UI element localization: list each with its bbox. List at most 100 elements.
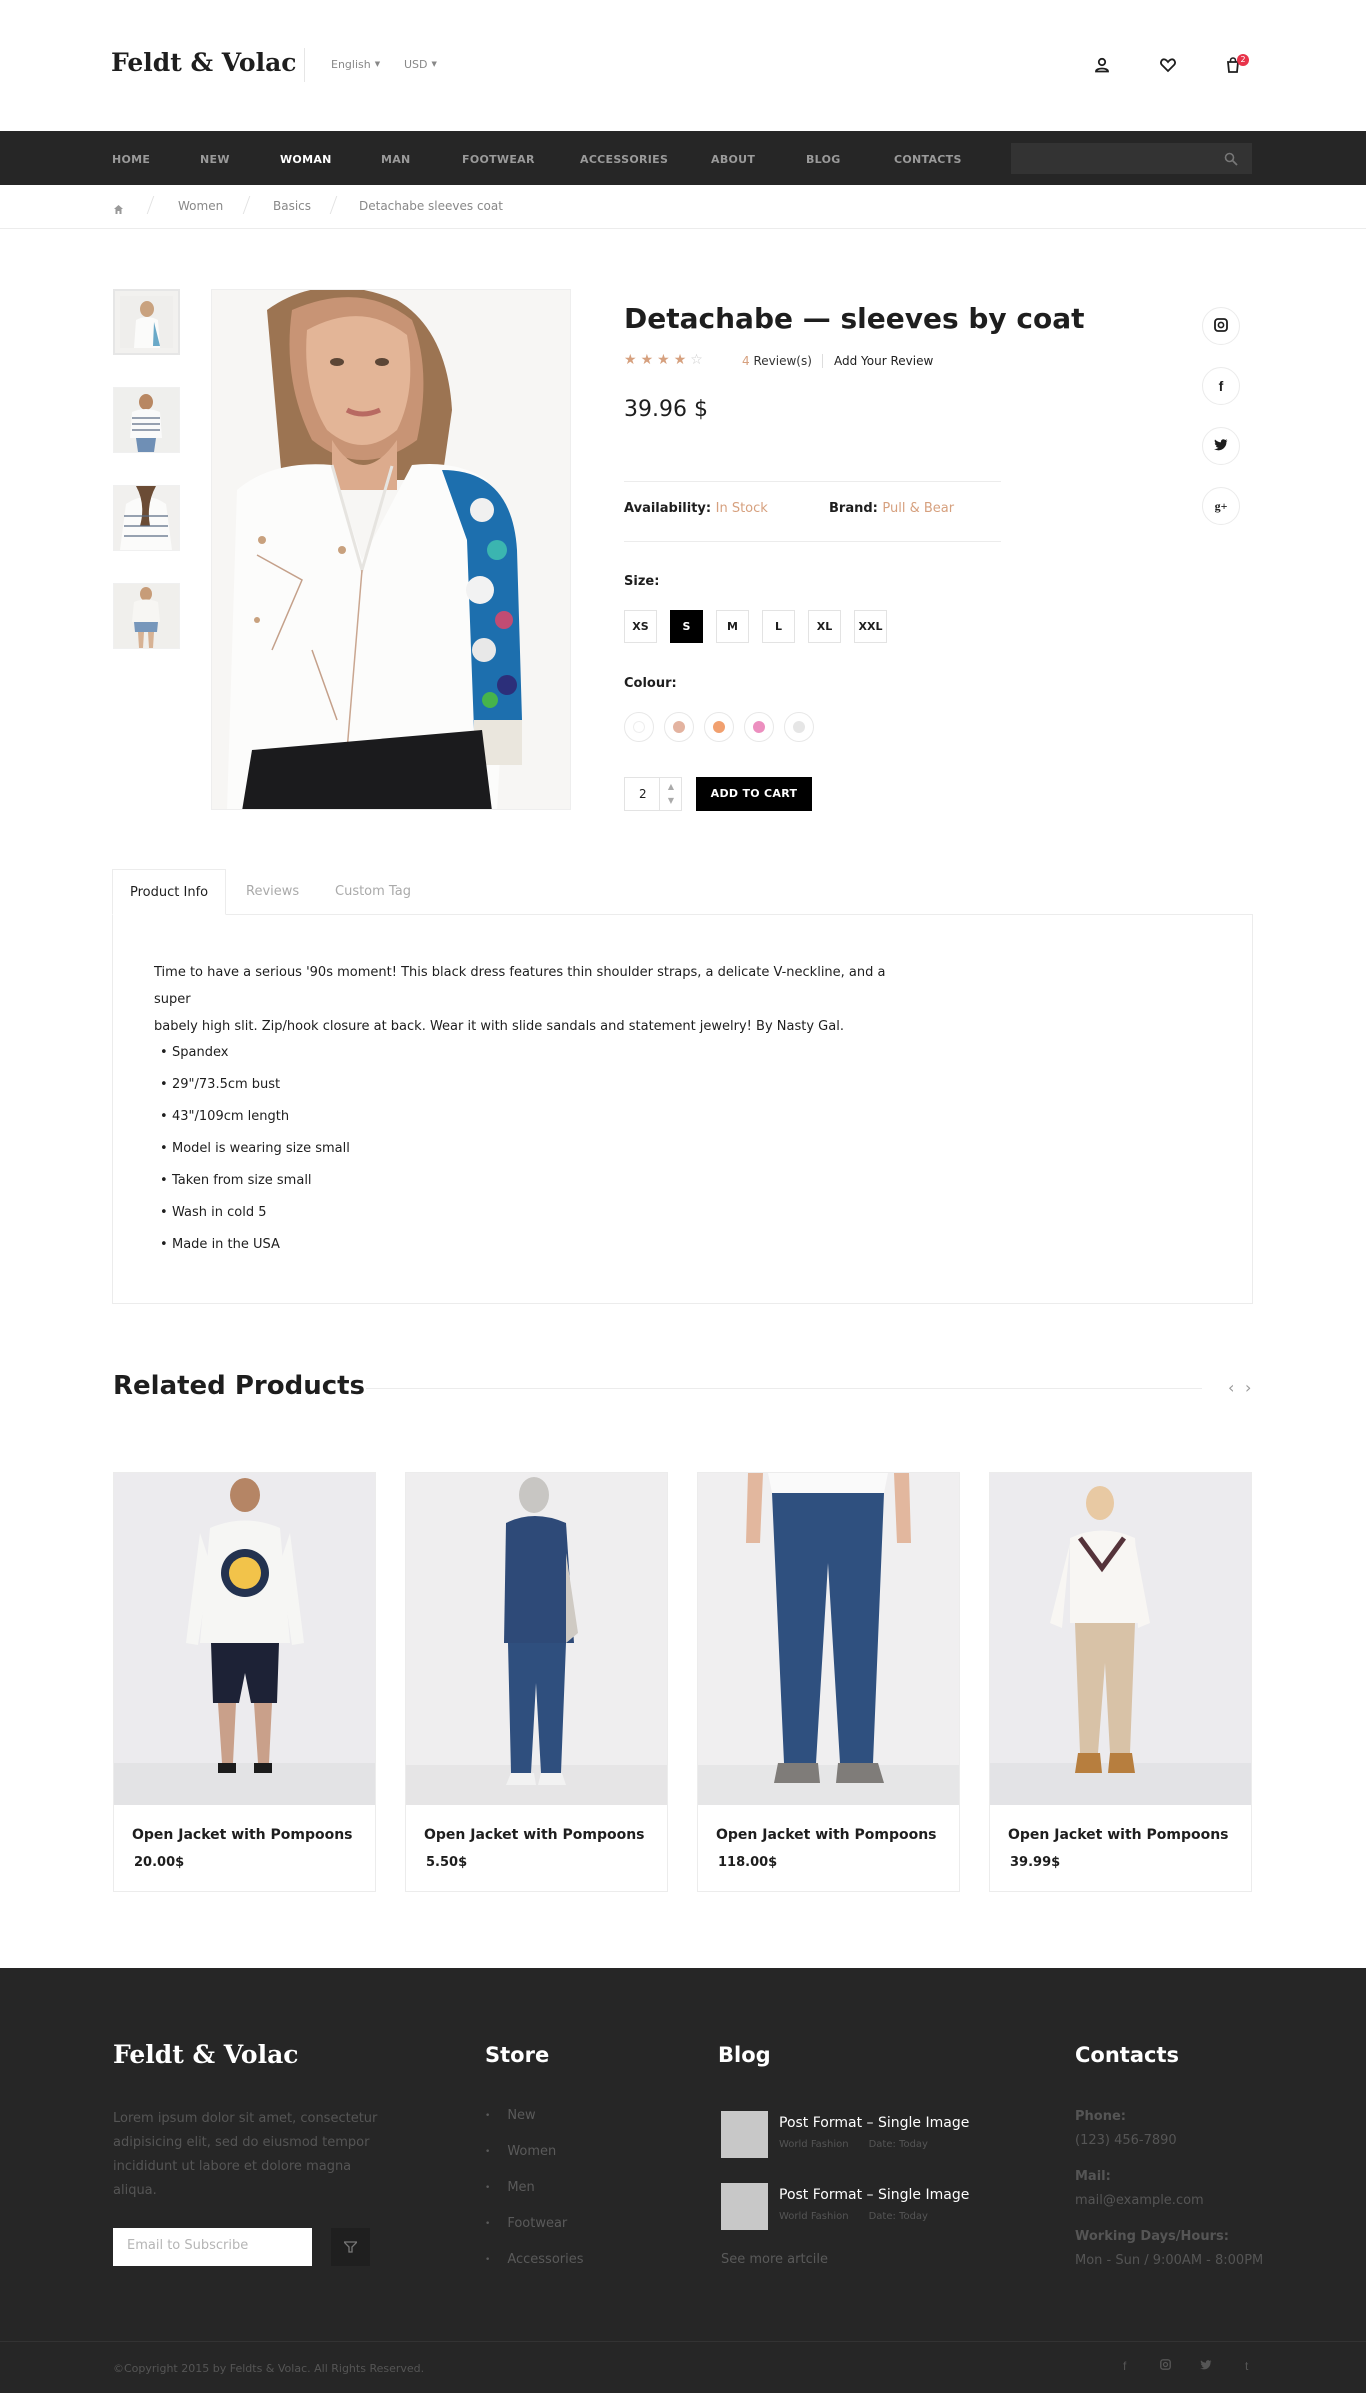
- size-option-l[interactable]: L: [762, 610, 795, 643]
- phone-value: (123) 456-7890: [1075, 2133, 1177, 2148]
- size-option-xl[interactable]: XL: [808, 610, 841, 643]
- list-item-text: 29"/73.5cm bust: [172, 1077, 281, 1092]
- nav-item-blog[interactable]: BLOG: [806, 153, 841, 166]
- language-label: English: [331, 58, 371, 71]
- nav-item-woman[interactable]: WOMAN: [280, 153, 332, 166]
- star-empty-icon: ☆: [690, 352, 707, 368]
- breadcrumb-basics[interactable]: Basics: [273, 199, 311, 213]
- quantity-stepper[interactable]: 2 ▲ ▼: [624, 777, 682, 811]
- product-card-name[interactable]: Open Jacket with Pompoons: [1008, 1827, 1229, 1843]
- blog-post-thumb[interactable]: [721, 2111, 768, 2158]
- product-card-name[interactable]: Open Jacket with Pompoons: [132, 1827, 353, 1843]
- blog-post-title[interactable]: Post Format – Single Image: [779, 2187, 969, 2203]
- blog-post-thumb[interactable]: [721, 2183, 768, 2230]
- colour-swatch-grey[interactable]: [784, 712, 814, 742]
- nav-item-footwear[interactable]: FOOTWEAR: [462, 153, 535, 166]
- footer-description-line: Lorem ipsum dolor sit amet, consectetur: [113, 2111, 378, 2126]
- nav-item-about[interactable]: ABOUT: [711, 153, 755, 166]
- nav-item-home[interactable]: HOME: [112, 153, 150, 166]
- product-card-price: 39.99$: [1010, 1855, 1061, 1870]
- gallery-thumb-2[interactable]: [113, 387, 180, 453]
- footer-link-men[interactable]: Men: [485, 2180, 534, 2195]
- home-icon[interactable]: [113, 200, 124, 219]
- tab-reviews[interactable]: Reviews: [229, 869, 316, 915]
- star-icon: ★: [640, 352, 658, 368]
- instagram-icon[interactable]: [1202, 307, 1240, 345]
- language-selector[interactable]: English ▼: [331, 58, 380, 71]
- currency-label: USD: [404, 58, 428, 71]
- footer-link-accessories[interactable]: Accessories: [485, 2252, 583, 2267]
- nav-item-accessories[interactable]: ACCESSORIES: [580, 153, 668, 166]
- chevron-right-icon[interactable]: ›: [1245, 1378, 1251, 1397]
- list-item: 43"/109cm length: [160, 1109, 289, 1124]
- gallery-thumb-4[interactable]: [113, 583, 180, 649]
- blog-more-link[interactable]: See more artcile: [721, 2252, 828, 2267]
- footer-link-women[interactable]: Women: [485, 2144, 556, 2159]
- heart-icon[interactable]: [1159, 56, 1179, 76]
- cart-count-badge: 2: [1237, 54, 1249, 66]
- footer-blog-title: Blog: [718, 2043, 771, 2067]
- google-plus-icon[interactable]: g+: [1202, 487, 1240, 525]
- nav-item-contacts[interactable]: CONTACTS: [894, 153, 962, 166]
- facebook-icon[interactable]: f: [1202, 367, 1240, 405]
- nav-item-man[interactable]: MAN: [381, 153, 411, 166]
- tumblr-icon[interactable]: t: [1245, 2359, 1248, 2373]
- tab-custom-tag[interactable]: Custom Tag: [318, 869, 428, 915]
- blog-post-date: Date: Today: [868, 2139, 928, 2150]
- footer-logo[interactable]: Feldt & Volac: [113, 2040, 299, 2069]
- hours-label: Working Days/Hours:: [1075, 2229, 1229, 2244]
- product-card-price: 20.00$: [134, 1855, 185, 1870]
- product-card-name[interactable]: Open Jacket with Pompoons: [424, 1827, 645, 1843]
- related-products-title: Related Products: [113, 1371, 366, 1401]
- product-main-image[interactable]: [211, 289, 571, 810]
- product-card-image: [990, 1473, 1251, 1805]
- colour-swatch-orange[interactable]: [704, 712, 734, 742]
- breadcrumb-women[interactable]: Women: [178, 199, 223, 213]
- quantity-value[interactable]: 2: [639, 787, 647, 801]
- colour-swatch-beige[interactable]: [664, 712, 694, 742]
- phone-label: Phone:: [1075, 2109, 1126, 2124]
- size-option-m[interactable]: M: [716, 610, 749, 643]
- tab-product-info[interactable]: Product Info: [112, 869, 227, 915]
- list-item: Made in the USA: [160, 1237, 280, 1252]
- site-logo[interactable]: Feldt & Volac: [111, 48, 297, 77]
- product-card-name[interactable]: Open Jacket with Pompoons: [716, 1827, 937, 1843]
- list-item-text: Model is wearing size small: [172, 1141, 350, 1156]
- chevron-up-icon[interactable]: ▲: [660, 780, 682, 794]
- chevron-down-icon: ▼: [374, 60, 381, 68]
- size-option-s[interactable]: S: [670, 610, 703, 643]
- chevron-left-icon[interactable]: ‹: [1228, 1378, 1234, 1397]
- add-to-cart-button[interactable]: ADD TO CART: [696, 777, 812, 811]
- colour-swatch-white[interactable]: [624, 712, 654, 742]
- add-review-link[interactable]: Add Your Review: [834, 354, 933, 368]
- mail-link[interactable]: mail@example.com: [1075, 2193, 1204, 2208]
- chevron-down-icon[interactable]: ▼: [660, 794, 682, 808]
- colour-swatch-pink[interactable]: [744, 712, 774, 742]
- footer-link-new[interactable]: New: [485, 2108, 535, 2123]
- product-card[interactable]: Open Jacket with Pompoons 20.00$: [113, 1472, 376, 1892]
- gallery-thumb-1[interactable]: [113, 289, 180, 355]
- size-option-xxl[interactable]: XXL: [854, 610, 887, 643]
- subscribe-button[interactable]: [331, 2228, 370, 2266]
- currency-selector[interactable]: USD ▼: [404, 58, 437, 71]
- blog-post-meta: World Fashion Date: Today: [779, 2139, 928, 2150]
- twitter-icon[interactable]: [1200, 2359, 1212, 2373]
- search-icon[interactable]: [1224, 152, 1238, 166]
- instagram-icon[interactable]: [1160, 2359, 1171, 2373]
- nav-search-input[interactable]: [1011, 143, 1252, 174]
- product-card[interactable]: Open Jacket with Pompoons 39.99$: [989, 1472, 1252, 1892]
- facebook-icon[interactable]: f: [1123, 2359, 1126, 2373]
- subscribe-email-field[interactable]: Email to Subscribe: [113, 2228, 312, 2266]
- twitter-icon[interactable]: [1202, 427, 1240, 465]
- user-icon[interactable]: [1093, 56, 1113, 76]
- availability: Availability: In Stock: [624, 501, 768, 516]
- blog-post-title[interactable]: Post Format – Single Image: [779, 2115, 969, 2131]
- product-card[interactable]: Open Jacket with Pompoons 118.00$: [697, 1472, 960, 1892]
- footer-link-footwear[interactable]: Footwear: [485, 2216, 567, 2231]
- brand-link[interactable]: Pull & Bear: [882, 501, 954, 516]
- review-count-link[interactable]: 4 Review(s): [742, 354, 812, 368]
- gallery-thumb-3[interactable]: [113, 485, 180, 551]
- nav-item-new[interactable]: NEW: [200, 153, 230, 166]
- product-card[interactable]: Open Jacket with Pompoons 5.50$: [405, 1472, 668, 1892]
- size-option-xs[interactable]: XS: [624, 610, 657, 643]
